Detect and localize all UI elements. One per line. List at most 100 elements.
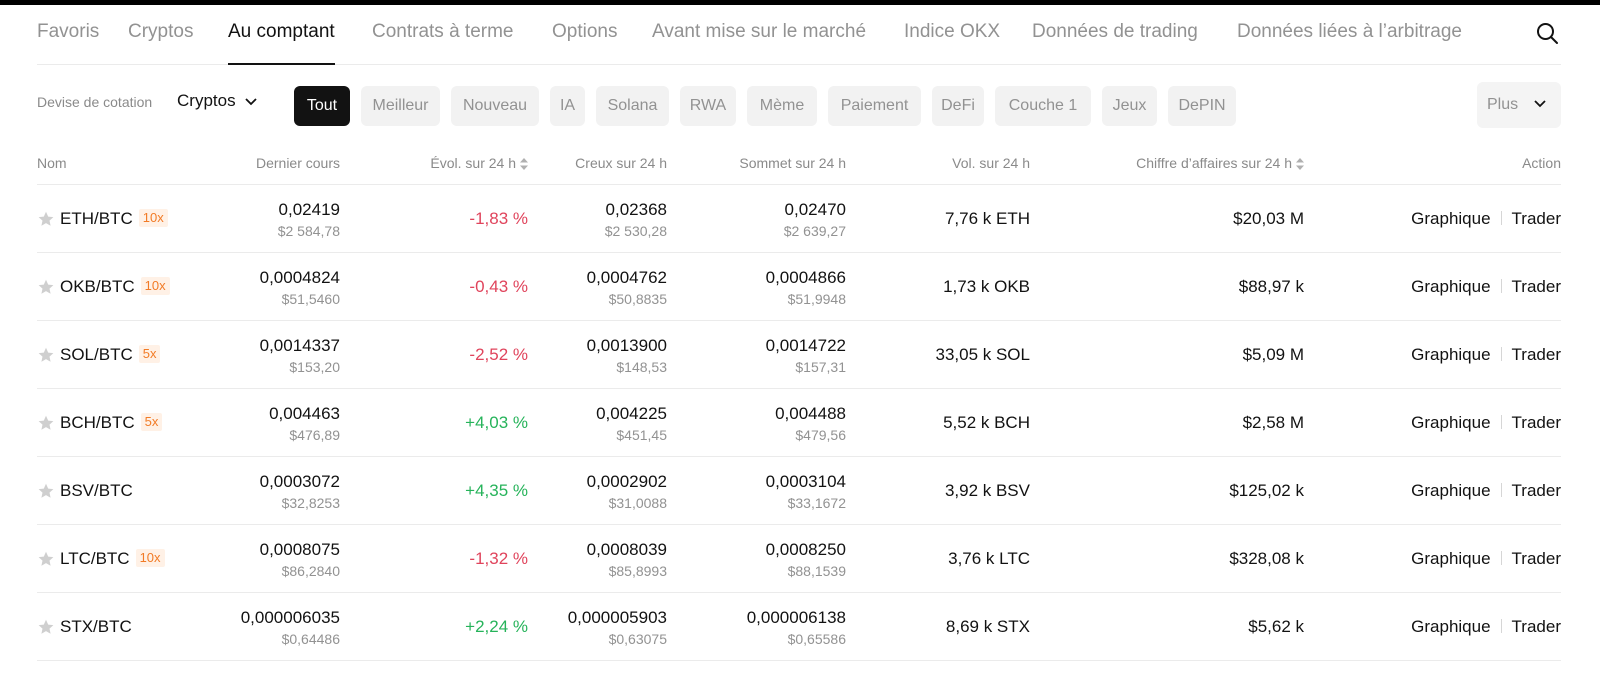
header-name: Nom xyxy=(37,155,67,171)
low-24h: 0,0008039 xyxy=(586,540,667,559)
trade-link[interactable]: Trader xyxy=(1512,413,1561,432)
pair-name[interactable]: STX/BTC xyxy=(60,617,132,637)
trade-link[interactable]: Trader xyxy=(1512,549,1561,568)
low-24h-usd: $31,0088 xyxy=(608,495,667,511)
tab-cryptos[interactable]: Cryptos xyxy=(128,5,193,64)
quote-currency-select[interactable]: Cryptos xyxy=(177,91,258,111)
star-icon[interactable] xyxy=(38,415,54,431)
trade-link[interactable]: Trader xyxy=(1512,209,1561,228)
chart-link[interactable]: Graphique xyxy=(1411,209,1490,228)
star-icon[interactable] xyxy=(38,211,54,227)
last-price-usd: $0,64486 xyxy=(281,631,340,647)
chip-defi[interactable]: DeFi xyxy=(932,86,984,126)
tab-donnees-arbitrage[interactable]: Données liées à l’arbitrage xyxy=(1237,5,1462,64)
table-row[interactable]: BCH/BTC 5x 0,004463 $476,89 +4,03 % 0,004… xyxy=(37,389,1561,457)
chip-tout[interactable]: Tout xyxy=(294,86,350,126)
last-price-cell: 0,02419 $2 584,78 xyxy=(278,199,340,241)
last-price-cell: 0,0004824 $51,5460 xyxy=(260,267,340,309)
sort-icon xyxy=(520,158,528,171)
high-24h-cell: 0,0003104 $33,1672 xyxy=(766,471,846,513)
pair-name[interactable]: LTC/BTC 10x xyxy=(60,549,165,569)
trade-link[interactable]: Trader xyxy=(1512,617,1561,636)
star-icon[interactable] xyxy=(38,619,54,635)
table-row[interactable]: SOL/BTC 5x 0,0014337 $153,20 -2,52 % 0,00… xyxy=(37,321,1561,389)
header-action: Action xyxy=(1522,155,1561,171)
leverage-badge: 10x xyxy=(135,549,165,567)
low-24h: 0,0002902 xyxy=(586,472,667,491)
sort-icon xyxy=(1296,158,1304,171)
chip-nouveau[interactable]: Nouveau xyxy=(451,86,539,126)
chip-depin[interactable]: DePIN xyxy=(1168,86,1236,126)
last-price-usd: $476,89 xyxy=(289,427,340,443)
pair-name[interactable]: BSV/BTC xyxy=(60,481,133,501)
low-24h-usd: $50,8835 xyxy=(608,291,667,307)
pair-name[interactable]: ETH/BTC 10x xyxy=(60,209,168,229)
chip-couche-1[interactable]: Couche 1 xyxy=(995,86,1091,126)
chart-link[interactable]: Graphique xyxy=(1411,345,1490,364)
high-24h: 0,000006138 xyxy=(746,608,846,627)
action-divider xyxy=(1500,619,1502,633)
more-filters-button[interactable]: Plus xyxy=(1477,82,1561,128)
tab-indice-okx[interactable]: Indice OKX xyxy=(904,5,1000,64)
last-price-cell: 0,000006035 $0,64486 xyxy=(241,607,340,649)
tab-donnees-de-trading[interactable]: Données de trading xyxy=(1032,5,1198,64)
volume-24h: 33,05 k SOL xyxy=(935,345,1030,364)
star-icon[interactable] xyxy=(38,347,54,363)
last-price: 0,004463 xyxy=(269,404,340,423)
table-row[interactable]: BSV/BTC 0,0003072 $32,8253 +4,35 % 0,000… xyxy=(37,457,1561,525)
tab-favoris[interactable]: Favoris xyxy=(37,5,99,64)
chip-solana[interactable]: Solana xyxy=(596,86,669,126)
chart-link[interactable]: Graphique xyxy=(1411,617,1490,636)
table-row[interactable]: OKB/BTC 10x 0,0004824 $51,5460 -0,43 % 0,… xyxy=(37,253,1561,321)
last-price-cell: 0,0014337 $153,20 xyxy=(260,335,340,377)
tab-options[interactable]: Options xyxy=(552,5,617,64)
trade-link[interactable]: Trader xyxy=(1512,481,1561,500)
star-icon[interactable] xyxy=(38,551,54,567)
chip-rwa[interactable]: RWA xyxy=(680,86,736,126)
last-price: 0,000006035 xyxy=(240,608,340,627)
header-change[interactable]: Évol. sur 24 h xyxy=(430,155,528,171)
pair-name[interactable]: OKB/BTC 10x xyxy=(60,277,170,297)
header-change-label: Évol. sur 24 h xyxy=(430,155,516,171)
high-24h-usd: $33,1672 xyxy=(787,495,846,511)
chart-link[interactable]: Graphique xyxy=(1411,481,1490,500)
tab-avant-mise-sur-le-marche[interactable]: Avant mise sur le marché xyxy=(652,5,866,64)
chip-meilleur[interactable]: Meilleur xyxy=(361,86,440,126)
low-24h: 0,000005903 xyxy=(567,608,667,627)
pair-name[interactable]: SOL/BTC 5x xyxy=(60,345,161,365)
tab-au-comptant[interactable]: Au comptant xyxy=(228,5,335,65)
pair-symbol: ETH/BTC xyxy=(60,209,133,228)
trade-link[interactable]: Trader xyxy=(1512,345,1561,364)
tab-contrats-a-terme[interactable]: Contrats à terme xyxy=(372,5,514,64)
table-row[interactable]: LTC/BTC 10x 0,0008075 $86,2840 -1,32 % 0,… xyxy=(37,525,1561,593)
chip-ia[interactable]: IA xyxy=(550,86,585,126)
chip-jeux[interactable]: Jeux xyxy=(1102,86,1157,126)
volume-24h: 1,73 k OKB xyxy=(943,277,1030,296)
last-price: 0,0004824 xyxy=(259,268,340,287)
chip-meme[interactable]: Mème xyxy=(747,86,817,126)
last-price: 0,02419 xyxy=(278,200,340,219)
change-24h: +2,24 % xyxy=(465,617,528,636)
last-price-usd: $32,8253 xyxy=(281,495,340,511)
star-icon[interactable] xyxy=(38,483,54,499)
chart-link[interactable]: Graphique xyxy=(1411,413,1490,432)
row-actions: Graphique Trader xyxy=(1411,277,1561,297)
search-button[interactable] xyxy=(1535,21,1561,47)
low-24h-cell: 0,0002902 $31,0088 xyxy=(587,471,667,513)
table-row[interactable]: ETH/BTC 10x 0,02419 $2 584,78 -1,83 % 0,0… xyxy=(37,185,1561,253)
star-icon[interactable] xyxy=(38,279,54,295)
trade-link[interactable]: Trader xyxy=(1512,277,1561,296)
turnover-24h: $5,09 M xyxy=(1242,345,1304,364)
low-24h-cell: 0,0013900 $148,53 xyxy=(587,335,667,377)
chevron-down-icon xyxy=(244,97,257,105)
leverage-badge: 10x xyxy=(138,209,168,227)
chart-link[interactable]: Graphique xyxy=(1411,277,1490,296)
change-24h: -1,83 % xyxy=(469,209,528,228)
pair-name[interactable]: BCH/BTC 5x xyxy=(60,413,163,433)
table-row[interactable]: STX/BTC 0,000006035 $0,64486 +2,24 % 0,0… xyxy=(37,593,1561,661)
chart-link[interactable]: Graphique xyxy=(1411,549,1490,568)
low-24h: 0,02368 xyxy=(605,200,667,219)
header-turnover[interactable]: Chiffre d’affaires sur 24 h xyxy=(1136,155,1304,171)
chip-paiement[interactable]: Paiement xyxy=(828,86,921,126)
change-24h: -1,32 % xyxy=(469,549,528,568)
